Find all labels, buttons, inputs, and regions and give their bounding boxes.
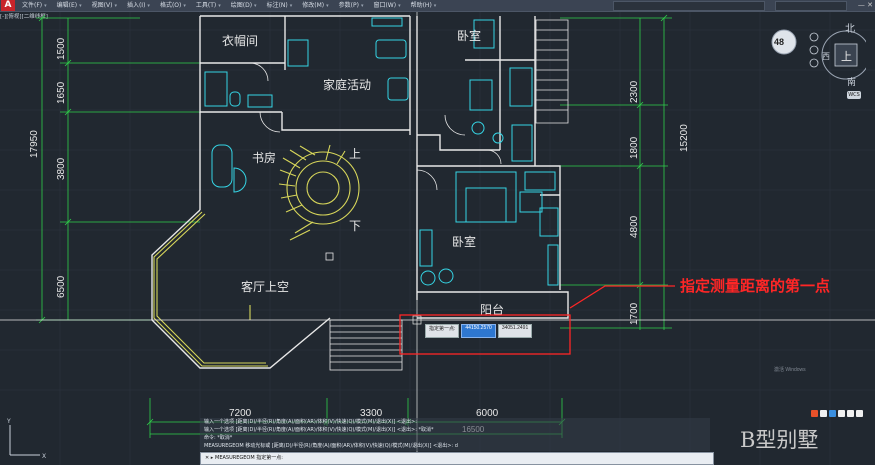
- mic-icon[interactable]: [829, 410, 836, 417]
- viewcube-top-face[interactable]: 上: [841, 48, 852, 64]
- dim-right-1: 2300: [629, 80, 640, 103]
- dynamic-input-tooltip[interactable]: 指定第一点: 44150.2570 34051.2491: [425, 324, 533, 338]
- command-prompt: MEASUREGEOM 指定第一点:: [215, 453, 283, 464]
- compass-south: 南: [847, 78, 857, 88]
- right-dimension-lines: [560, 14, 672, 330]
- room-family: 家庭活动: [323, 77, 371, 92]
- dim-right-2: 1800: [629, 136, 640, 159]
- ime-icon[interactable]: [811, 410, 818, 417]
- compass-north: 北: [845, 24, 855, 35]
- skin-icon[interactable]: [847, 410, 854, 417]
- room-study: 书房: [252, 150, 276, 165]
- dimension-texts: 17950 1500 1650 3800 6500 15200 2300 180…: [29, 37, 690, 434]
- dim-left-1: 1500: [56, 37, 67, 60]
- annotation-text: 指定测量距离的第一点: [680, 277, 830, 295]
- command-line-icon[interactable]: ✕ ▸: [205, 453, 213, 464]
- dim-left-total: 17950: [29, 130, 40, 158]
- history-line-1: 输入一个选项 [距离(D)/半径(R)/角度(A)/面积(AR)/体积(V)/快…: [204, 419, 417, 425]
- crosshair-cursor: [0, 12, 875, 465]
- ucs-icon: Y X: [6, 418, 46, 460]
- command-history: 输入一个选项 [距离(D)/半径(R)/角度(A)/面积(AR)/体积(V)/快…: [200, 418, 710, 451]
- tooltip-y-field[interactable]: 34051.2491: [497, 324, 533, 338]
- wcs-menu[interactable]: WCS: [847, 91, 861, 99]
- room-cloakroom: 衣帽间: [222, 33, 258, 48]
- tool-icon[interactable]: [856, 410, 863, 417]
- stair-and-windows: [153, 144, 360, 367]
- dim-right-3: 4800: [629, 215, 640, 238]
- dim-right-4: 1700: [629, 302, 640, 325]
- stair-down: 下: [349, 219, 361, 233]
- room-living-void: 客厅上空: [241, 279, 289, 294]
- dim-left-3: 3800: [56, 157, 67, 180]
- zoom-badge[interactable]: 48: [774, 37, 784, 47]
- drawing-canvas[interactable]: 17950 1500 1650 3800 6500 15200 2300 180…: [0, 0, 875, 465]
- room-bedroom-mid: 卧室: [452, 234, 476, 249]
- keyboard-icon[interactable]: [838, 410, 845, 417]
- command-keyword: MEASUREGEOM: [215, 455, 255, 461]
- tooltip-prompt: 指定第一点:: [425, 324, 460, 338]
- svg-text:Y: Y: [6, 418, 11, 425]
- dim-right-total: 15200: [679, 124, 690, 152]
- door-swings: [249, 62, 502, 191]
- history-line-4: MEASUREGEOM 移动光标或 [距离(D)/半径(R)/角度(A)/面积(…: [204, 443, 458, 449]
- history-line-3: 命令: *取消*: [204, 435, 233, 441]
- room-bedroom-top: 卧室: [457, 28, 481, 43]
- history-line-2: 输入一个选项 [距离(D)/半径(R)/角度(A)/面积(AR)/体积(V)/快…: [204, 427, 434, 433]
- brand-watermark: B型别墅: [740, 428, 819, 452]
- dim-left-4: 6500: [56, 275, 67, 298]
- compass-west: 西: [822, 52, 830, 61]
- grid: [0, 12, 875, 465]
- stair-up: 上: [349, 147, 361, 161]
- activate-windows-watermark: 激活 Windows: [774, 367, 806, 373]
- dim-left-2: 1650: [56, 81, 67, 104]
- annotation-callout: 指定测量距离的第一点: [399, 277, 830, 355]
- svg-text:X: X: [42, 453, 46, 460]
- command-line-input[interactable]: ✕ ▸ MEASUREGEOM 指定第一点:: [200, 452, 714, 465]
- callout-line: [569, 285, 675, 309]
- command-prompt-text: 指定第一点:: [256, 455, 283, 461]
- tooltip-x-field[interactable]: 44150.2570: [461, 324, 496, 338]
- tray-icons[interactable]: [811, 410, 863, 417]
- mode-icon[interactable]: [820, 410, 827, 417]
- autocad-window: A 文件(F)编辑(E)视图(V)插入(I)格式(O)工具(T)绘图(D)标注(…: [0, 0, 875, 465]
